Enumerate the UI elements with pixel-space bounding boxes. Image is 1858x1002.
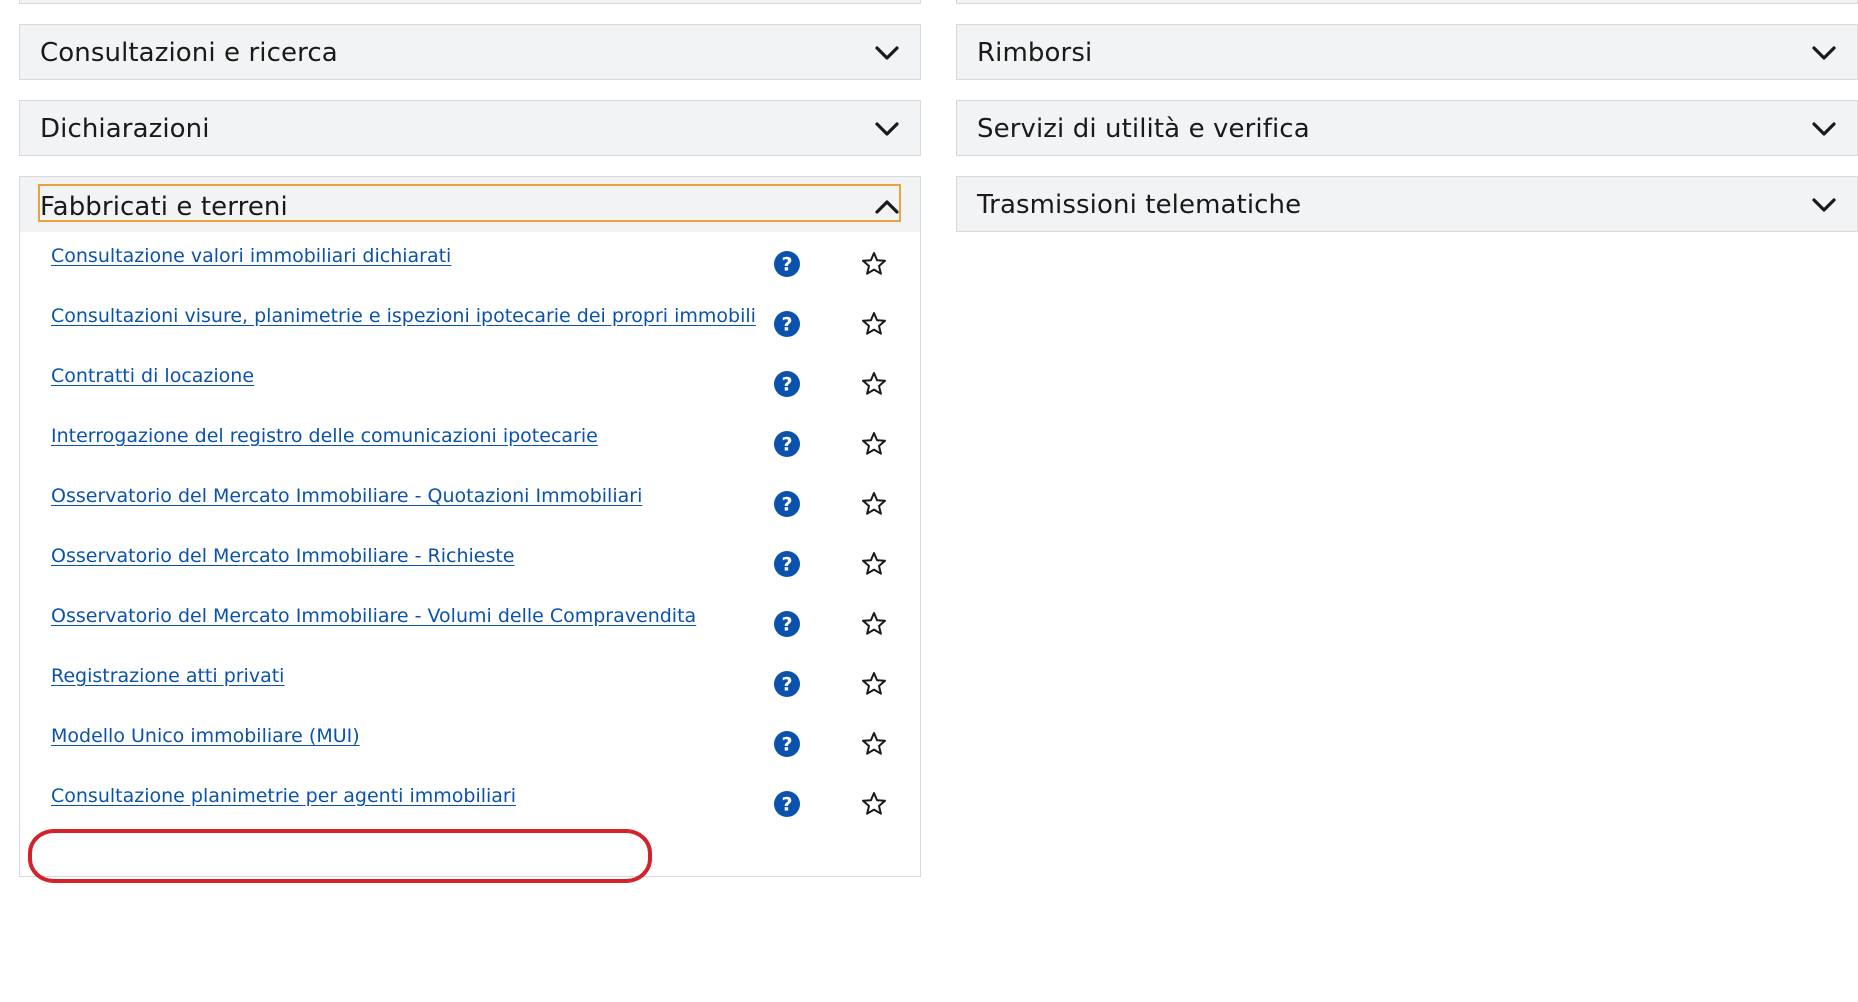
help-circle-icon[interactable]: ? (773, 550, 801, 578)
accordion-servizi-utilita: Servizi di utilità e verifica (956, 100, 1858, 156)
service-link[interactable]: Contratti di locazione (51, 365, 254, 387)
help-circle-icon[interactable]: ? (773, 370, 801, 398)
svg-text:?: ? (781, 314, 792, 336)
accordion-header-dichiarazioni[interactable]: Dichiarazioni (19, 100, 921, 156)
accordion-panel-fabbricati: Consultazione valori immobiliari dichiar… (19, 232, 921, 883)
accordion-header-consultazioni[interactable]: Consultazioni e ricerca (19, 24, 921, 80)
accordion-title: Trasmissioni telematiche (977, 190, 1302, 220)
previous-section-edge (956, 0, 1858, 4)
star-outline-icon[interactable] (861, 611, 887, 637)
chevron-down-icon (1812, 46, 1836, 60)
svg-text:?: ? (781, 614, 792, 636)
accordion-header-servizi-utilita[interactable]: Servizi di utilità e verifica (956, 100, 1858, 156)
star-outline-icon[interactable] (861, 431, 887, 457)
list-item: Consultazione planimetrie per agenti imm… (20, 785, 920, 845)
service-link[interactable]: Consultazioni visure, planimetrie e ispe… (51, 305, 756, 327)
list-item: Osservatorio del Mercato Immobiliare - Q… (20, 485, 920, 545)
list-item: Consultazioni visure, planimetrie e ispe… (20, 305, 920, 365)
service-link[interactable]: Consultazione planimetrie per agenti imm… (51, 785, 516, 807)
service-link[interactable]: Modello Unico immobiliare (MUI) (51, 725, 360, 747)
help-circle-icon[interactable]: ? (773, 310, 801, 338)
accordion-trasmissioni: Trasmissioni telematiche (956, 176, 1858, 232)
chevron-down-icon (875, 46, 899, 60)
accordion-title: Servizi di utilità e verifica (977, 114, 1310, 144)
accordion-title: Dichiarazioni (40, 114, 210, 144)
list-item: Contratti di locazione ? (20, 365, 920, 425)
accordion-title: Consultazioni e ricerca (40, 38, 338, 68)
chevron-up-icon (875, 200, 899, 214)
svg-text:?: ? (781, 434, 792, 456)
star-outline-icon[interactable] (861, 311, 887, 337)
list-item: Osservatorio del Mercato Immobiliare - R… (20, 545, 920, 605)
chevron-down-icon (875, 122, 899, 136)
service-link[interactable]: Osservatorio del Mercato Immobiliare - Q… (51, 485, 642, 507)
chevron-down-icon (1812, 198, 1836, 212)
list-item: Consultazione valori immobiliari dichiar… (20, 245, 920, 305)
help-circle-icon[interactable]: ? (773, 790, 801, 818)
list-item: Interrogazione del registro delle comuni… (20, 425, 920, 485)
list-item: Modello Unico immobiliare (MUI) ? (20, 725, 920, 785)
svg-text:?: ? (781, 674, 792, 696)
accordion-title: Fabbricati e terreni (40, 192, 288, 222)
help-circle-icon[interactable]: ? (773, 610, 801, 638)
help-circle-icon[interactable]: ? (773, 670, 801, 698)
star-outline-icon[interactable] (861, 731, 887, 757)
previous-section-edge (19, 0, 921, 4)
svg-text:?: ? (781, 794, 792, 816)
help-circle-icon[interactable]: ? (773, 250, 801, 278)
list-item: Osservatorio del Mercato Immobiliare - V… (20, 605, 920, 665)
accordion-fabbricati: Fabbricati e terreni Consultazione valor… (19, 176, 921, 883)
accordion-header-trasmissioni[interactable]: Trasmissioni telematiche (956, 176, 1858, 232)
help-circle-icon[interactable]: ? (773, 730, 801, 758)
svg-text:?: ? (781, 494, 792, 516)
accordion-dichiarazioni: Dichiarazioni (19, 100, 921, 156)
star-outline-icon[interactable] (861, 491, 887, 517)
service-link[interactable]: Osservatorio del Mercato Immobiliare - V… (51, 605, 696, 627)
star-outline-icon[interactable] (861, 371, 887, 397)
star-outline-icon[interactable] (861, 791, 887, 817)
star-outline-icon[interactable] (861, 251, 887, 277)
svg-text:?: ? (781, 734, 792, 756)
svg-text:?: ? (781, 554, 792, 576)
star-outline-icon[interactable] (861, 551, 887, 577)
star-outline-icon[interactable] (861, 671, 887, 697)
accordion-rimborsi: Rimborsi (956, 24, 1858, 80)
list-item: Registrazione atti privati ? (20, 665, 920, 725)
help-circle-icon[interactable]: ? (773, 490, 801, 518)
svg-text:?: ? (781, 374, 792, 396)
accordion-header-fabbricati[interactable]: Fabbricati e terreni (19, 176, 921, 232)
service-link[interactable]: Interrogazione del registro delle comuni… (51, 425, 598, 447)
accordion-header-rimborsi[interactable]: Rimborsi (956, 24, 1858, 80)
accordion-title: Rimborsi (977, 38, 1093, 68)
svg-text:?: ? (781, 254, 792, 276)
service-link[interactable]: Registrazione atti privati (51, 665, 284, 687)
service-link[interactable]: Consultazione valori immobiliari dichiar… (51, 245, 451, 267)
service-link[interactable]: Osservatorio del Mercato Immobiliare - R… (51, 545, 515, 567)
chevron-down-icon (1812, 122, 1836, 136)
accordion-consultazioni: Consultazioni e ricerca (19, 24, 921, 80)
help-circle-icon[interactable]: ? (773, 430, 801, 458)
